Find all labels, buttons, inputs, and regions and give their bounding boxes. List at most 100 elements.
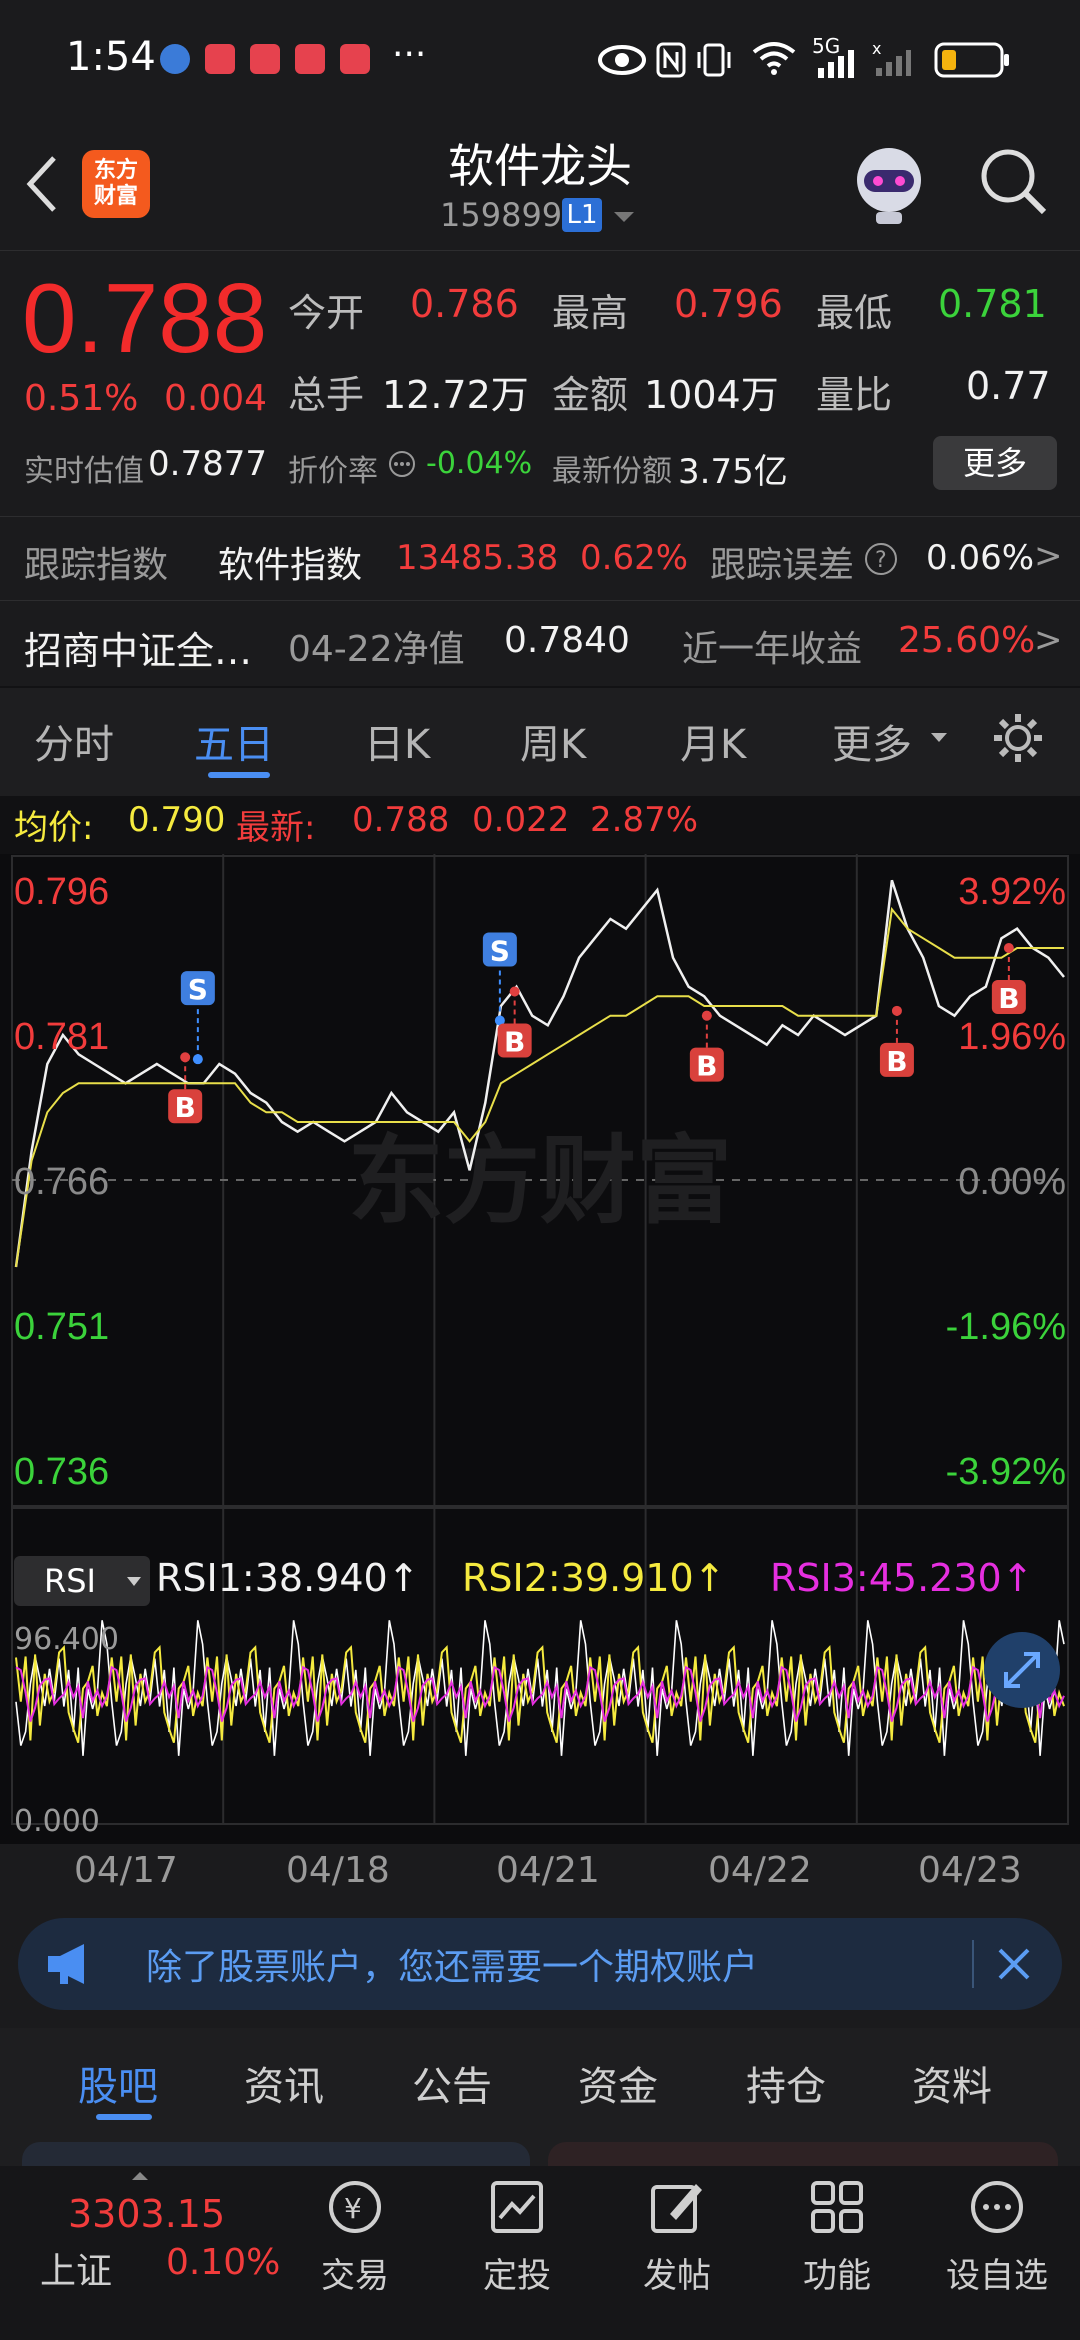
tab-monthly-k[interactable]: 月K xyxy=(680,712,746,770)
tab-holdings[interactable]: 持仓 xyxy=(746,2054,826,2112)
amount-value: 1004万 xyxy=(644,373,779,417)
chevron-down-icon[interactable] xyxy=(612,210,636,226)
low-value: 0.781 xyxy=(938,282,1047,326)
tab-intraday[interactable]: 分时 xyxy=(34,712,114,770)
rsi2-value: RSI2:39.910↑ xyxy=(462,1556,726,1600)
level-badge[interactable]: L1 xyxy=(562,198,602,232)
banner-text: 除了股票账户，您还需要一个期权账户 xyxy=(146,1947,759,1988)
iopv-value: 0.7877 xyxy=(148,444,267,484)
tab-news[interactable]: 资讯 xyxy=(244,2054,324,2112)
change-percent: 0.51% xyxy=(24,378,139,419)
caret-down-icon[interactable] xyxy=(930,732,948,744)
nav-invest-plan[interactable]: 定投 xyxy=(462,2166,572,2297)
index-value[interactable]: 3303.15 xyxy=(68,2192,225,2236)
shares-label: 最新份额 xyxy=(552,454,672,489)
index-change: 0.10% xyxy=(166,2242,281,2283)
one-year-return-value: 25.60% xyxy=(898,620,1036,661)
trade-marker-label: B xyxy=(696,1050,717,1083)
open-label: 今开 xyxy=(288,291,365,335)
nav-label: 定投 xyxy=(483,2256,551,2296)
robot-assistant-icon[interactable] xyxy=(846,140,932,226)
nav-value: 0.7840 xyxy=(504,620,630,661)
iopv-label: 实时估值 xyxy=(24,454,144,489)
shares-value: 3.75亿 xyxy=(678,452,788,492)
trade-marker-dot xyxy=(192,1054,203,1065)
fund-name[interactable]: 招商中证全… xyxy=(24,620,252,675)
tab-announcements[interactable]: 公告 xyxy=(412,2054,492,2112)
tracking-index-name[interactable]: 软件指数 xyxy=(218,536,362,588)
y-axis-label-right: 0.00% xyxy=(958,1161,1066,1203)
y-axis-label-right: 3.92% xyxy=(958,871,1066,913)
pen-square-icon xyxy=(651,2184,702,2233)
open-value: 0.786 xyxy=(410,282,519,326)
tracking-index-change: 0.62% xyxy=(580,538,689,578)
nav-trade[interactable]: ¥ 交易 xyxy=(300,2166,410,2297)
discount-label: 折价率 xyxy=(288,454,378,489)
expand-chart-button[interactable] xyxy=(984,1632,1060,1708)
eye-icon xyxy=(598,45,646,75)
caret-up-icon xyxy=(132,2172,148,2180)
y-axis-label-left: 0.736 xyxy=(14,1451,109,1493)
signal-icon-2: x xyxy=(872,40,911,76)
search-icon[interactable] xyxy=(978,146,1048,216)
chevron-right-icon[interactable]: > xyxy=(1034,620,1063,660)
y-axis-label-left: 0.781 xyxy=(14,1016,109,1058)
date-label: 04/18 xyxy=(286,1850,390,1891)
tab-weekly-k[interactable]: 周K xyxy=(520,712,586,770)
chevron-right-icon[interactable]: > xyxy=(1034,536,1063,576)
tab-daily-k[interactable]: 日K xyxy=(364,712,430,770)
promo-banner[interactable]: 除了股票账户，您还需要一个期权账户 xyxy=(18,1918,1062,2010)
header: 东方 财富 软件龙头 159899 L1 xyxy=(0,120,1080,250)
trade-marker-dot xyxy=(180,1052,191,1063)
chart-plan-icon xyxy=(491,2181,543,2233)
high-value: 0.796 xyxy=(674,282,783,326)
amount-label: 金额 xyxy=(552,373,629,417)
indicator-selector[interactable]: RSI xyxy=(14,1556,150,1606)
trade-marker-dot xyxy=(509,986,520,997)
wifi-icon xyxy=(752,42,796,75)
tab-funds[interactable]: 资金 xyxy=(578,2054,658,2112)
volume-label: 总手 xyxy=(288,373,365,417)
rsi-min-label: 0.000 xyxy=(14,1804,100,1839)
expand-icon xyxy=(1004,1652,1040,1688)
svg-text:?: ? xyxy=(875,548,887,573)
indicator-selector-label: RSI xyxy=(44,1562,96,1600)
trade-marker-dot xyxy=(891,1005,902,1016)
trade-marker-label: B xyxy=(175,1091,196,1124)
baidu-icon xyxy=(160,44,190,74)
signal-icon xyxy=(818,50,854,78)
latest-change-pct: 2.87% xyxy=(590,800,699,840)
info-dots-icon[interactable] xyxy=(388,450,416,478)
trade-marker-dot xyxy=(1003,943,1014,953)
app-notification-icon xyxy=(205,44,235,74)
help-icon[interactable]: ? xyxy=(864,542,898,576)
close-icon[interactable] xyxy=(996,1946,1032,1982)
discount-value: -0.04% xyxy=(426,446,533,481)
date-label: 04/22 xyxy=(708,1850,812,1891)
y-axis-label-right: 1.96% xyxy=(958,1016,1066,1058)
huawei-icon xyxy=(340,44,370,74)
nav-post[interactable]: 发帖 xyxy=(622,2166,732,2297)
vol-ratio-label: 量比 xyxy=(816,373,893,417)
nav-add-watchlist[interactable]: 设自选 xyxy=(942,2166,1052,2297)
date-label: 04/21 xyxy=(496,1850,600,1891)
more-button[interactable]: 更多 xyxy=(933,436,1057,490)
status-bar: 1:54 ··· 5G x xyxy=(0,0,1080,120)
tab-guba[interactable]: 股吧 xyxy=(78,2054,158,2112)
price-chart[interactable]: 东方财富 S B S B B B B 0.796 0.781 0.766 0.751 0.736 3.… xyxy=(0,854,1080,1844)
trade-icon: ¥ xyxy=(329,2181,381,2233)
nfc-icon xyxy=(656,42,686,78)
trade-marker-label: B xyxy=(504,1026,525,1059)
settings-gear-icon[interactable] xyxy=(990,710,1046,766)
tab-five-day[interactable]: 五日 xyxy=(194,712,274,770)
trade-marker-label: B xyxy=(886,1045,907,1078)
change-amount: 0.004 xyxy=(164,378,268,419)
app-notification-icon xyxy=(250,44,280,74)
nav-functions[interactable]: 功能 xyxy=(782,2166,892,2297)
tab-more[interactable]: 更多 xyxy=(832,712,912,770)
latest-label: 最新: xyxy=(236,808,316,848)
svg-text:¥: ¥ xyxy=(344,2192,362,2225)
tab-profile[interactable]: 资料 xyxy=(912,2054,992,2112)
trade-marker-label: B xyxy=(998,982,1019,1015)
megaphone-icon xyxy=(48,1944,84,1984)
